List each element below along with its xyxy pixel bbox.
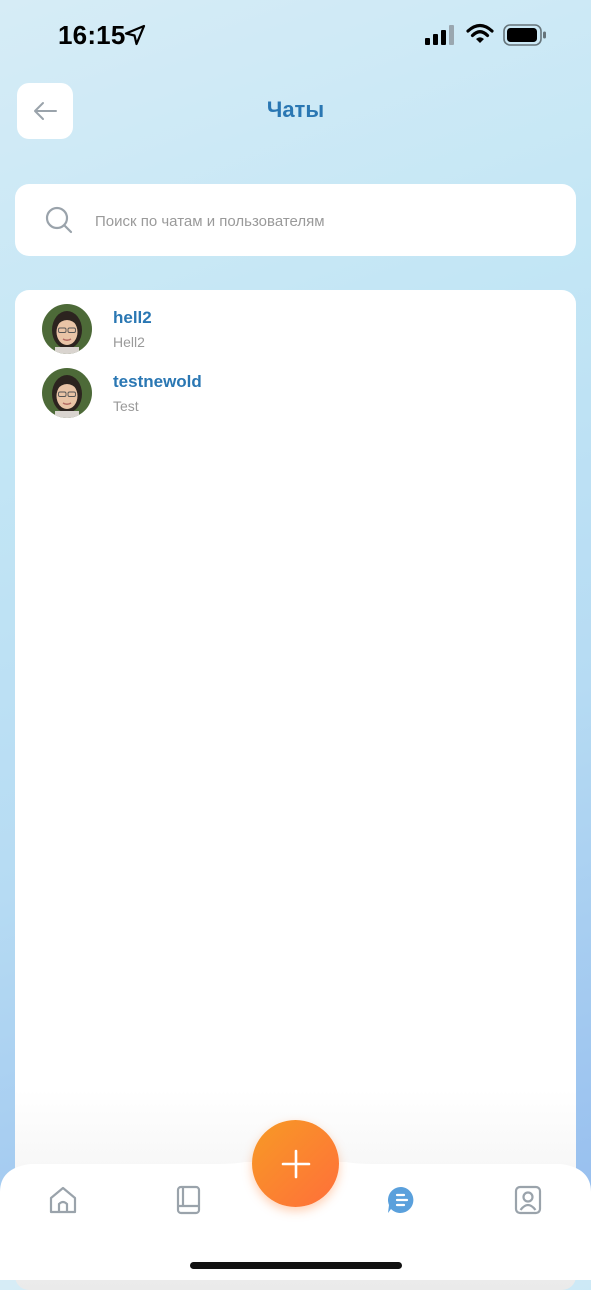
nav-profile[interactable]: [508, 1180, 548, 1220]
chat-preview: Test: [113, 398, 139, 414]
battery-icon: [503, 24, 546, 46]
status-bar: 16:15: [0, 0, 591, 70]
search-input[interactable]: [93, 204, 557, 238]
status-time: 16:15: [58, 20, 126, 50]
location-arrow-icon: [124, 24, 146, 46]
chat-name: testnewold: [113, 372, 202, 391]
page-title: Чаты: [266, 97, 325, 122]
plus-icon: [281, 1149, 310, 1178]
search-box[interactable]: [15, 184, 576, 256]
nav-chats[interactable]: [381, 1180, 421, 1220]
chat-list-item[interactable]: hell2 Hell2: [15, 304, 576, 364]
nav-home[interactable]: [43, 1180, 83, 1220]
chat-name: hell2: [113, 308, 152, 327]
home-indicator: [190, 1262, 402, 1269]
avatar: [42, 304, 92, 354]
search-icon: [45, 206, 73, 234]
new-chat-button[interactable]: [252, 1120, 339, 1207]
cellular-signal-icon: [425, 25, 454, 45]
profile-icon: [514, 1185, 542, 1215]
avatar: [42, 368, 92, 418]
chat-preview: Hell2: [113, 334, 145, 350]
book-icon: [176, 1185, 201, 1215]
wifi-icon: [466, 23, 494, 43]
nav-library[interactable]: [168, 1180, 208, 1220]
home-icon: [49, 1186, 77, 1214]
chat-icon: [388, 1187, 414, 1213]
chat-list-item[interactable]: testnewold Test: [15, 368, 576, 428]
